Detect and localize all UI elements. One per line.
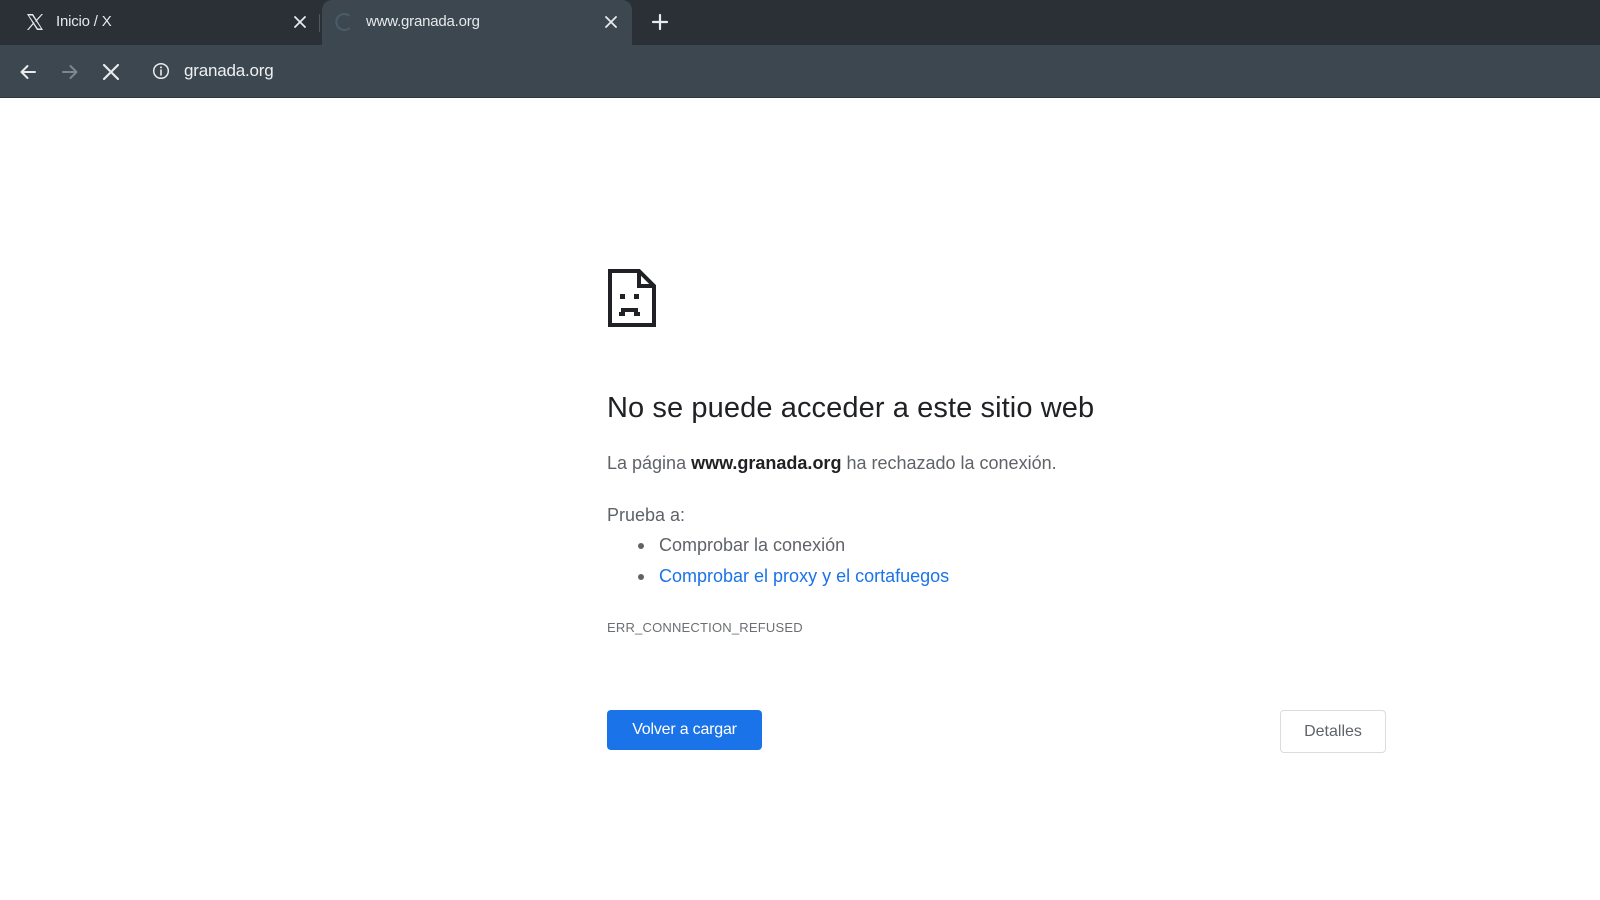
error-code: ERR_CONNECTION_REFUSED	[607, 620, 803, 635]
suggestions-list: Comprobar la conexión Comprobar el proxy…	[607, 534, 949, 596]
tab-title: Inicio / X	[56, 13, 112, 30]
check-proxy-link[interactable]: Comprobar el proxy y el cortafuegos	[659, 566, 949, 586]
url-text: granada.org	[184, 61, 274, 80]
description-suffix: ha rechazado la conexión.	[841, 453, 1057, 473]
tab-separator	[319, 14, 320, 32]
loading-spinner-icon	[334, 11, 356, 33]
arrow-left-icon[interactable]	[14, 58, 42, 86]
close-icon[interactable]	[600, 11, 622, 33]
description-domain: www.granada.org	[691, 453, 842, 473]
browser-toolbar: granada.org	[0, 45, 1600, 98]
address-bar[interactable]: granada.org	[140, 52, 1590, 90]
suggestion-check-proxy: Comprobar el proxy y el cortafuegos	[607, 565, 949, 596]
arrow-right-icon[interactable]	[56, 58, 84, 86]
close-icon[interactable]	[97, 58, 125, 86]
tab-inicio-x[interactable]: Inicio / X	[0, 0, 318, 45]
suggestion-check-connection: Comprobar la conexión	[607, 534, 949, 565]
tab-granada[interactable]: www.granada.org	[322, 0, 632, 45]
info-circle-icon[interactable]	[152, 62, 170, 80]
tab-strip: Inicio / X www.granada.org	[0, 0, 1600, 45]
close-icon[interactable]	[289, 11, 311, 33]
suggestions-heading: Prueba a:	[607, 505, 686, 525]
sad-page-icon	[607, 268, 657, 328]
reload-button[interactable]: Volver a cargar	[607, 710, 762, 750]
description-prefix: La página	[607, 453, 692, 473]
error-title: No se puede acceder a este sitio web	[607, 392, 1095, 424]
tab-title: www.granada.org	[366, 13, 480, 30]
plus-icon[interactable]	[648, 10, 672, 34]
x-logo-icon	[24, 11, 46, 33]
error-description: La página www.granada.org ha rechazado l…	[607, 453, 1057, 474]
details-button[interactable]: Detalles	[1280, 710, 1386, 753]
